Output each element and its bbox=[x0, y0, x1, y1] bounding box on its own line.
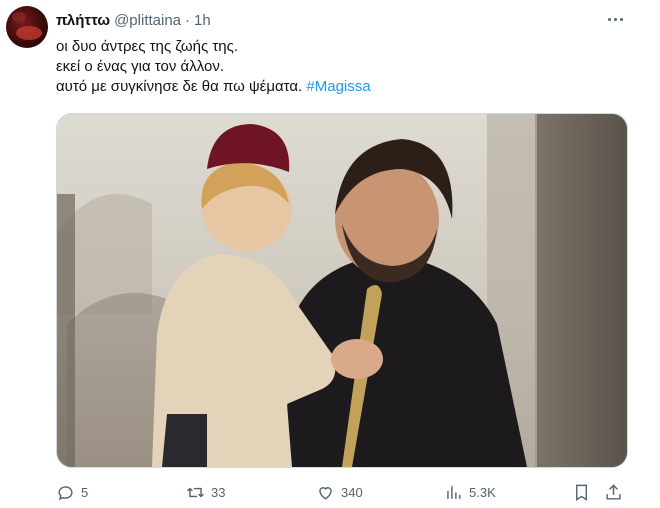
tweet-actions: 5 33 340 5.3K bbox=[56, 481, 626, 503]
tweet-header: πλήττω @plittaina · 1h bbox=[56, 10, 211, 30]
author-name[interactable]: πλήττω bbox=[56, 12, 110, 29]
reply-button[interactable]: 5 bbox=[56, 481, 88, 503]
share-button[interactable] bbox=[604, 481, 623, 503]
retweet-icon bbox=[187, 487, 204, 497]
heart-icon bbox=[319, 486, 332, 500]
avatar[interactable] bbox=[6, 6, 48, 48]
bookmark-icon bbox=[576, 484, 587, 501]
more-horizontal-icon[interactable] bbox=[604, 10, 626, 28]
views-icon bbox=[447, 485, 461, 499]
reply-icon bbox=[58, 485, 73, 500]
tweet-text-line: οι δυο άντρες της ζωής της. bbox=[56, 38, 239, 55]
tweet-photo[interactable] bbox=[56, 113, 628, 468]
tweet-text-line: εκεί ο ένας για τον άλλον. bbox=[56, 58, 224, 75]
views-count: 5.3K bbox=[469, 484, 496, 500]
like-button[interactable]: 340 bbox=[316, 481, 363, 503]
retweet-count: 33 bbox=[211, 484, 226, 500]
retweet-button[interactable]: 33 bbox=[186, 481, 225, 503]
author-handle[interactable]: @plittaina bbox=[114, 12, 181, 29]
hashtag-link[interactable]: #Magissa bbox=[306, 78, 370, 95]
share-icon bbox=[606, 483, 621, 500]
tweet-text: οι δυο άντρες της ζωής της. εκεί ο ένας … bbox=[56, 37, 636, 97]
like-count: 340 bbox=[341, 484, 363, 500]
tweet-text-line: αυτό με συγκίνησε δε θα πω ψέματα. #Magi… bbox=[56, 77, 636, 97]
tweet-text-fragment: αυτό με συγκίνησε δε θα πω ψέματα. bbox=[56, 78, 303, 95]
views-button[interactable]: 5.3K bbox=[444, 481, 496, 503]
tweet[interactable]: πλήττω @plittaina · 1h οι δυο άντρες της… bbox=[0, 0, 660, 508]
separator-dot: · bbox=[185, 11, 191, 29]
reply-count: 5 bbox=[81, 484, 89, 500]
bookmark-button[interactable] bbox=[572, 481, 591, 503]
timestamp[interactable]: 1h bbox=[194, 12, 211, 29]
photo-illustration bbox=[57, 114, 627, 467]
